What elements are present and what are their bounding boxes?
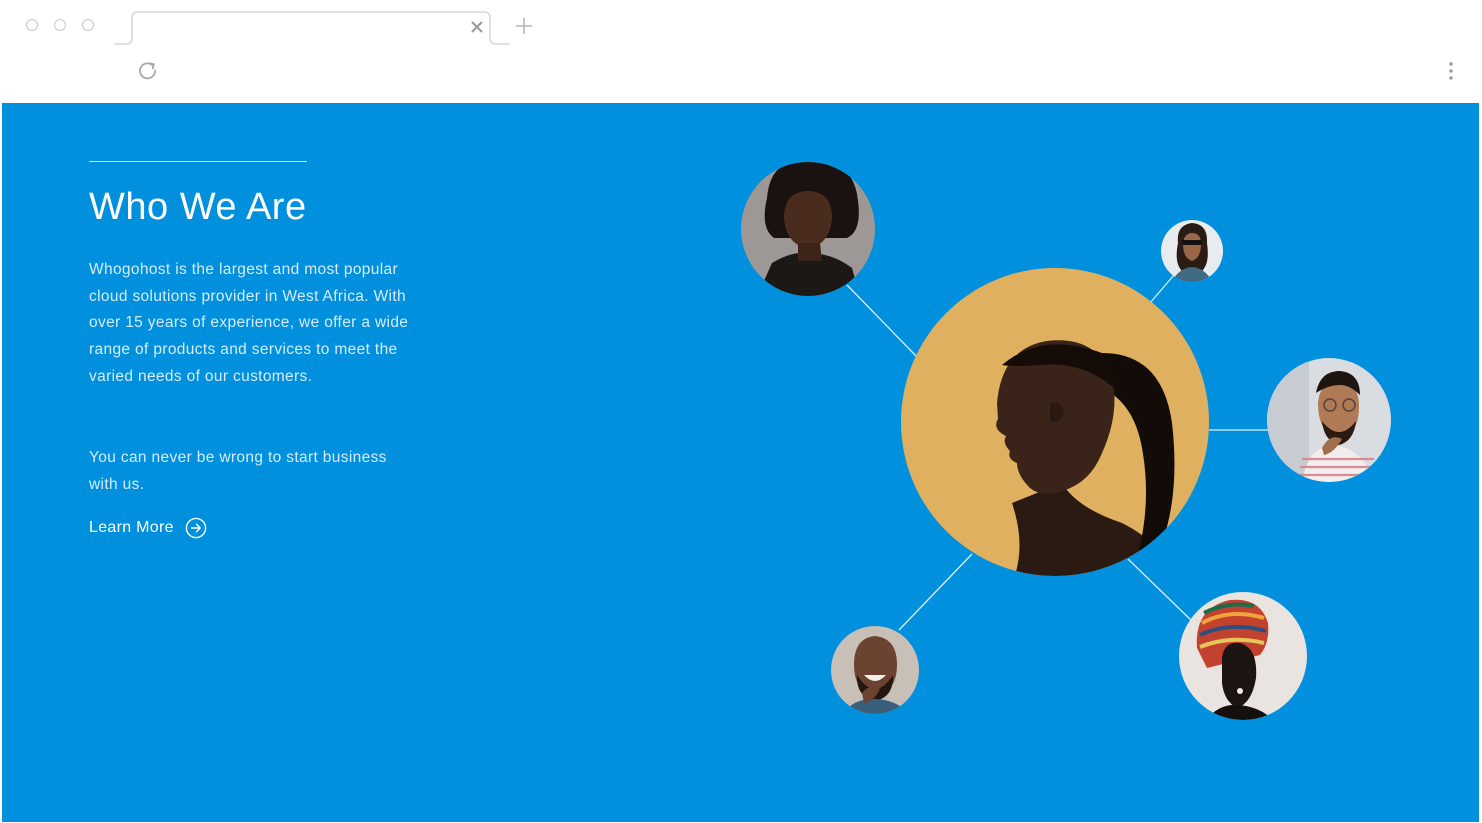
who-we-are-section: Who We Are Whogohost is the largest and … bbox=[2, 103, 1479, 822]
photo-man-sunglasses bbox=[1161, 220, 1223, 282]
connector-line bbox=[1127, 558, 1195, 624]
browser-tab[interactable] bbox=[108, 6, 516, 50]
window-close-button[interactable] bbox=[26, 19, 38, 31]
window-maximize-button[interactable] bbox=[82, 19, 94, 31]
profile-photo-woman-ponytail bbox=[901, 268, 1209, 576]
connector-line bbox=[898, 553, 973, 631]
connector-line bbox=[1149, 274, 1175, 304]
kebab-menu-icon[interactable] bbox=[1444, 61, 1458, 81]
connector-line bbox=[846, 284, 918, 358]
plus-icon[interactable] bbox=[514, 16, 534, 36]
window-minimize-button[interactable] bbox=[54, 19, 66, 31]
photo-man-laughing bbox=[831, 626, 919, 714]
people-network-illustration bbox=[741, 162, 1391, 720]
close-icon[interactable] bbox=[468, 18, 486, 36]
reload-icon[interactable] bbox=[136, 59, 160, 83]
photo-woman-headwrap bbox=[1179, 592, 1307, 720]
photo-man-glasses-striped-shirt bbox=[1267, 358, 1391, 482]
browser-chrome bbox=[0, 0, 1482, 103]
photo-woman-afro bbox=[741, 162, 875, 296]
